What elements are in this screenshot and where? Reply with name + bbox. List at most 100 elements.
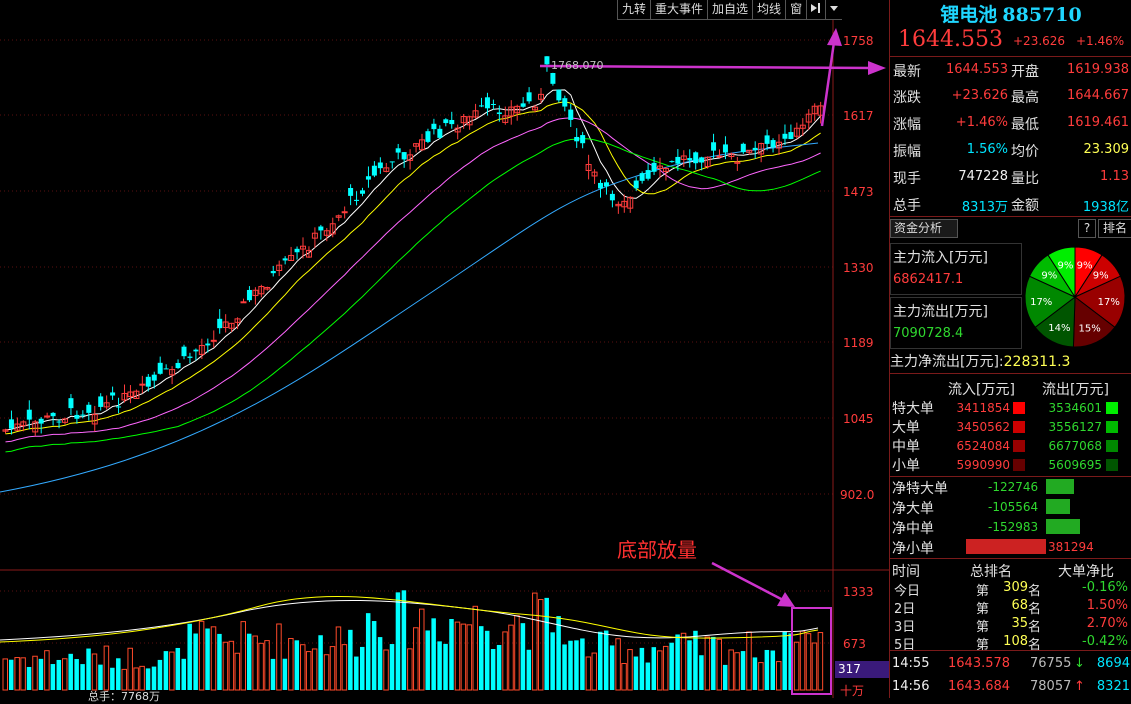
rank-value: 68: [1011, 598, 1028, 613]
tick-time: 14:56: [892, 679, 930, 694]
rank-row: 2日 第 68 名 1.50%: [890, 597, 1131, 617]
candle-body: [639, 173, 645, 181]
volume-bar: [133, 667, 139, 691]
tick-volume: 78057: [1030, 679, 1072, 694]
in-swatch: [1013, 440, 1025, 452]
candle-body: [371, 165, 377, 176]
volume-bar: [734, 652, 740, 691]
rank-row: 今日 第 309 名 -0.16%: [890, 579, 1131, 599]
price-tick: 1473: [843, 185, 874, 199]
net-order-row: 净大单 -105564: [890, 497, 1131, 517]
quote-value: 1938亿: [1082, 200, 1129, 215]
volume-bar: [187, 623, 192, 690]
volume-bar: [633, 656, 639, 690]
volume-bar: [490, 648, 496, 690]
volume-bar: [116, 658, 121, 690]
candle-body: [752, 147, 758, 150]
toolbar-window-button[interactable]: 窗: [785, 0, 807, 20]
chevron-down-icon[interactable]: [825, 0, 843, 20]
candle-body: [603, 182, 609, 187]
volume-bar: [776, 661, 782, 691]
inflow-value: 6862417.1: [893, 272, 964, 287]
price-tick: 1045: [843, 412, 874, 426]
volume-bar: [639, 647, 645, 690]
volume-bar: [657, 650, 663, 691]
rank-total-header: 总排名: [970, 564, 1012, 580]
pie-label: 17%: [1098, 297, 1120, 308]
tab-fund-analysis[interactable]: 资金分析: [890, 219, 958, 238]
toolbar-events-button[interactable]: 重大事件: [650, 0, 708, 20]
candle-body: [365, 176, 371, 180]
volume-bar: [335, 626, 342, 691]
volume-bar: [711, 636, 716, 690]
candle-body: [443, 119, 449, 124]
candle-body: [580, 135, 586, 144]
order-in-value: 5990990: [956, 458, 1010, 472]
candle-body: [246, 289, 252, 301]
candle-body: [240, 301, 247, 304]
ma60-line: [0, 142, 819, 493]
candle-body: [210, 339, 217, 342]
order-label: 中单: [892, 439, 920, 455]
candle-body: [788, 132, 794, 140]
net-order-label: 净小单: [892, 541, 934, 557]
candle-body: [157, 362, 163, 374]
candle-body: [651, 162, 657, 172]
candle-body: [377, 162, 383, 169]
volume-bar: [252, 635, 258, 691]
toolbar-jiuzhuan-button[interactable]: 九转: [617, 0, 651, 20]
quote-row: 振幅 1.56% 均价 23.309: [890, 137, 1131, 163]
net-order-value: -152983: [988, 520, 1039, 534]
rank-time-header: 时间: [892, 564, 920, 580]
rank-value: 35: [1011, 616, 1028, 631]
trend-arrow-line: [820, 41, 836, 127]
candle-body: [354, 199, 360, 201]
volume-bar: [425, 630, 430, 690]
orders-header: 流入[万元] 流出[万元]: [890, 377, 1131, 398]
volume-bar: [621, 662, 627, 691]
volume-bar: [758, 662, 764, 691]
volume-bar: [288, 638, 294, 691]
tick-amount: 8321: [1096, 679, 1130, 694]
candle-body: [110, 392, 116, 396]
toolbar-ma-button[interactable]: 均线: [752, 0, 786, 20]
arrow-down-icon: ↓: [1074, 656, 1085, 671]
volume-bar: [354, 656, 359, 690]
quote-label: 量比: [1011, 171, 1039, 187]
net-order-bar: [966, 539, 1046, 554]
volume-bar: [479, 626, 484, 690]
volume-bar: [615, 638, 621, 691]
kline-chart[interactable]: [0, 0, 889, 698]
net-order-bar: [1046, 499, 1070, 514]
volume-bar: [799, 630, 806, 691]
volume-arrow-line: [711, 561, 784, 602]
volume-bar: [728, 649, 734, 691]
order-in-value: 6524084: [956, 439, 1010, 453]
help-button[interactable]: ?: [1078, 219, 1096, 238]
volume-bar: [305, 651, 312, 691]
candle-body: [449, 119, 455, 125]
toolbar-add-watch-button[interactable]: 加自选: [707, 0, 753, 20]
quote-value: 1.56%: [966, 142, 1008, 157]
in-swatch: [1013, 421, 1025, 433]
candle-body: [484, 97, 490, 109]
order-label: 大单: [892, 420, 920, 436]
collapse-panel-icon[interactable]: [806, 0, 826, 20]
in-swatch: [1013, 459, 1025, 471]
volume-bars: [0, 590, 824, 691]
candle-body: [431, 123, 437, 130]
candle-body: [187, 356, 193, 358]
volume-bar: [348, 629, 353, 690]
order-row: 小单 5990990 5609695: [890, 455, 1131, 474]
quote-value: 1644.553: [945, 62, 1008, 77]
ma5-line: [5, 89, 821, 431]
pie-label: 9%: [1077, 260, 1093, 271]
price-tick: 1617: [843, 109, 874, 123]
net-order-label: 净大单: [892, 501, 934, 517]
pie-label: 9%: [1041, 271, 1057, 282]
volume-bar: [556, 616, 561, 690]
volume-bar: [699, 655, 704, 690]
tab-rank[interactable]: 排名: [1098, 219, 1131, 238]
volume-bar: [544, 597, 549, 690]
quote-value: +23.626: [951, 88, 1008, 103]
